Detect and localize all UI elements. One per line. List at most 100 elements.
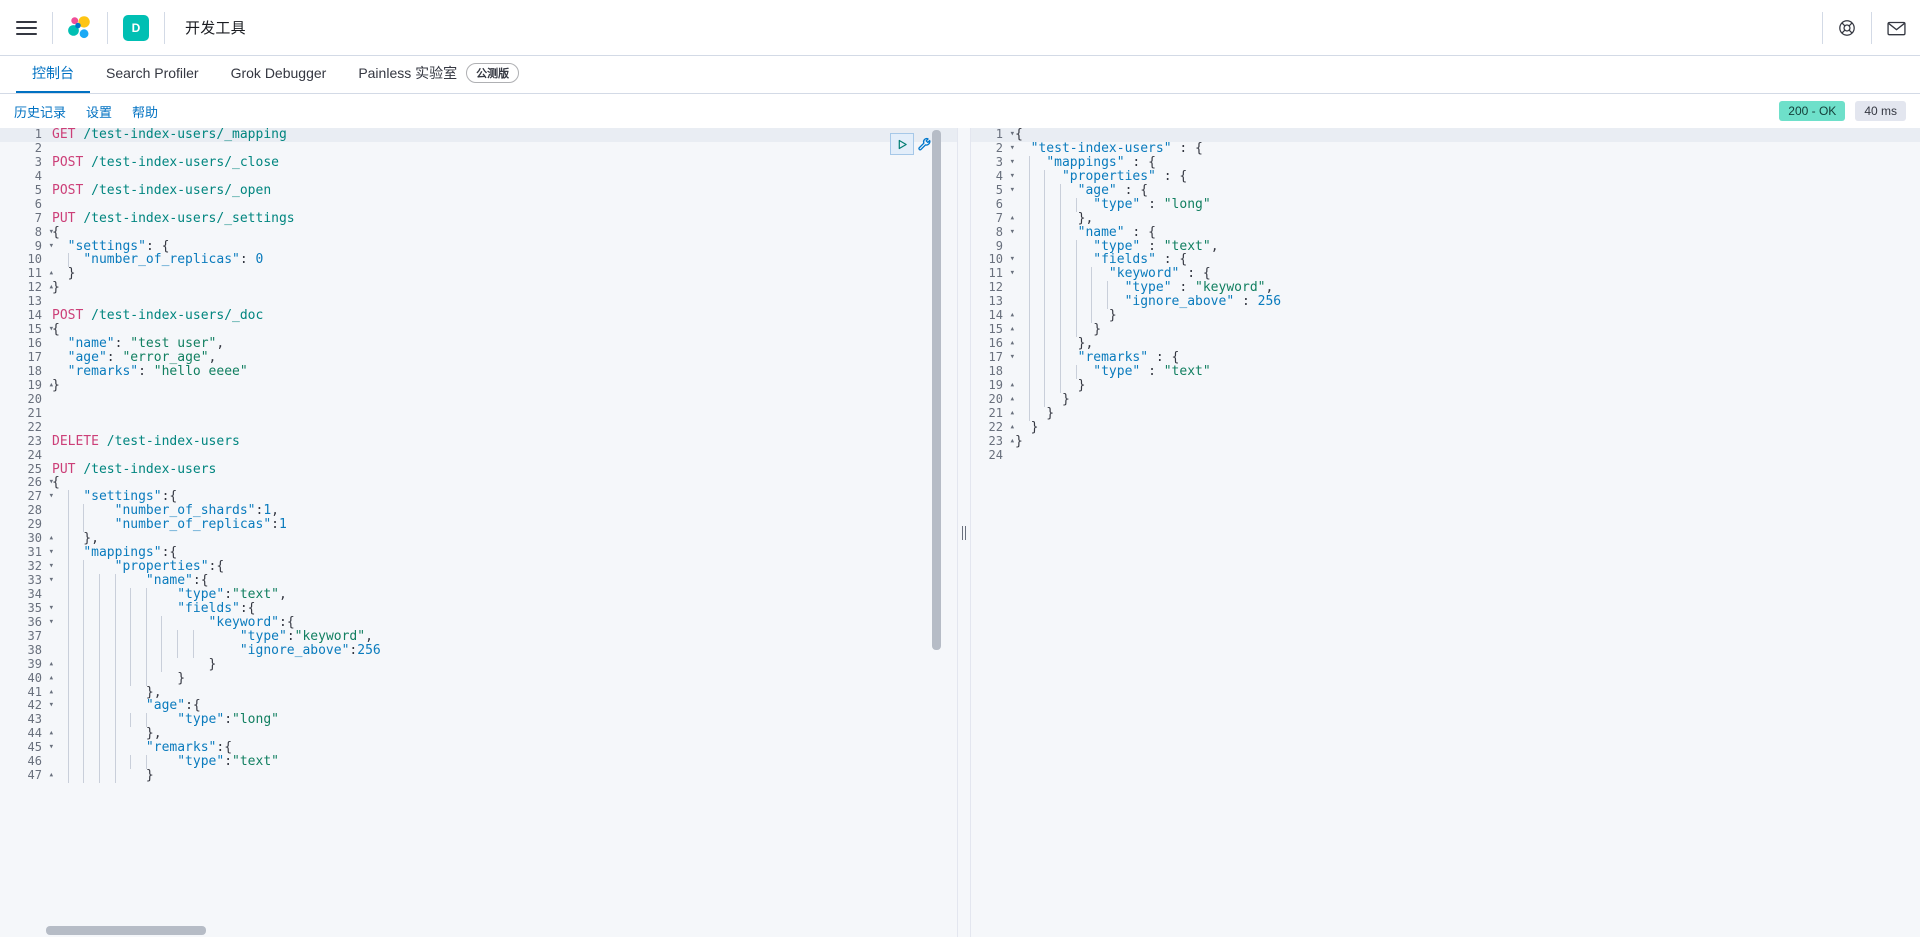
code-line[interactable]: 16 "name": "test user", xyxy=(0,336,957,351)
code-line[interactable]: 2 xyxy=(0,141,957,156)
code-line[interactable]: 18 "remarks": "hello eeee" xyxy=(0,364,957,379)
response-output-code[interactable]: 1 ▾{2 ▾ "test-index-users" : {3 ▾ "mappings… xyxy=(971,128,1920,463)
envelope-icon[interactable] xyxy=(1872,0,1920,56)
code-line[interactable]: 6 "type" : "long" xyxy=(971,197,1920,212)
code-line[interactable]: 3 POST /test-index-users/_close xyxy=(0,155,957,170)
editor-vertical-scrollbar[interactable] xyxy=(932,130,941,650)
wrench-icon[interactable] xyxy=(917,137,932,152)
code-line[interactable]: 23 ▴} xyxy=(971,434,1920,449)
line-number: 10 xyxy=(27,252,42,267)
code-line[interactable]: 8 ▾{ xyxy=(0,225,957,240)
line-number: 19 ▴ xyxy=(27,377,54,392)
history-link[interactable]: 历史记录 xyxy=(14,102,66,121)
code-line[interactable]: 31 ▾ "mappings":{ xyxy=(0,545,957,561)
code-line[interactable]: 33 ▾ "name":{ xyxy=(0,573,957,588)
code-content: "number_of_replicas":1 xyxy=(46,518,957,533)
line-number: 45 ▾ xyxy=(27,740,54,755)
code-content: "properties" : { xyxy=(1007,168,1920,184)
code-line[interactable]: 10 "number_of_replicas": 0 xyxy=(0,252,957,268)
code-line[interactable]: 14 ▴ } xyxy=(971,308,1920,324)
code-line[interactable]: 4 xyxy=(0,169,957,184)
tab-grok-debugger[interactable]: Grok Debugger xyxy=(215,55,343,93)
settings-link[interactable]: 设置 xyxy=(86,102,112,121)
avatar[interactable]: D xyxy=(108,0,164,56)
line-number: 16 xyxy=(27,336,42,351)
line-number: 22 xyxy=(27,419,42,434)
code-line[interactable]: 19 ▴ } xyxy=(971,378,1920,393)
request-editor-code[interactable]: 1 GET /test-index-users/_mapping 2 3 POST /t… xyxy=(0,128,957,784)
code-line[interactable]: 21 xyxy=(0,406,957,421)
code-text: }, xyxy=(1015,210,1094,226)
code-line[interactable]: 7 ▴ }, xyxy=(971,210,1920,226)
help-link[interactable]: 帮助 xyxy=(132,102,158,121)
code-line[interactable]: 20 ▴ } xyxy=(971,392,1920,407)
code-line[interactable]: 17 ▾ "remarks" : { xyxy=(971,350,1920,365)
code-content: }, xyxy=(46,532,957,547)
code-line[interactable]: 4 ▾ "properties" : { xyxy=(971,168,1920,184)
code-line[interactable]: 47 ▴ } xyxy=(0,768,957,784)
hamburger-menu-icon[interactable] xyxy=(0,0,52,56)
code-line[interactable]: 15 ▾{ xyxy=(0,322,957,337)
code-text: "type":"text" xyxy=(177,754,279,770)
code-line[interactable]: 24 xyxy=(971,447,1920,463)
code-content: }, xyxy=(1007,210,1920,226)
code-text: "properties" : { xyxy=(1061,168,1188,184)
tab-console[interactable]: 控制台 xyxy=(16,55,90,93)
code-line[interactable]: 35 ▾ "fields":{ xyxy=(0,601,957,616)
code-line[interactable]: 34 "type":"text", xyxy=(0,587,957,602)
code-text: } xyxy=(52,280,60,296)
code-line[interactable]: 21 ▴ } xyxy=(971,406,1920,421)
editor-horizontal-scrollbar[interactable] xyxy=(46,926,206,935)
code-line[interactable]: 22 ▴ } xyxy=(971,420,1920,435)
code-line[interactable]: 36 ▾ "keyword":{ xyxy=(0,615,957,630)
code-line[interactable]: 29 "number_of_replicas":1 xyxy=(0,517,957,533)
code-content: } xyxy=(46,378,957,393)
code-line[interactable]: 37 "type":"keyword", xyxy=(0,629,957,644)
code-line[interactable]: 3 ▾ "mappings" : { xyxy=(971,154,1920,170)
code-line[interactable]: 5 POST /test-index-users/_open xyxy=(0,183,957,198)
code-line[interactable]: 40 ▴ } xyxy=(0,671,957,686)
code-text: "mappings" : { xyxy=(1046,154,1156,170)
code-content: } xyxy=(46,769,957,784)
code-line[interactable]: 8 ▾ "name" : { xyxy=(971,225,1920,240)
code-line[interactable]: 1 ▾{ xyxy=(971,128,1920,142)
code-content: "type":"text", xyxy=(46,587,957,602)
elastic-logo-icon[interactable] xyxy=(53,0,107,56)
code-line[interactable]: 22 xyxy=(0,419,957,435)
code-line[interactable]: 11 ▴ } xyxy=(0,266,957,281)
help-lifebuoy-icon[interactable] xyxy=(1823,0,1871,56)
code-line[interactable]: 15 ▴ } xyxy=(971,322,1920,338)
play-triangle-icon[interactable] xyxy=(890,133,914,155)
code-line[interactable]: 5 ▾ "age" : { xyxy=(971,183,1920,198)
code-line[interactable]: 20 xyxy=(0,392,957,407)
code-content: "mappings" : { xyxy=(1007,154,1920,170)
code-line[interactable]: 38 "ignore_above":256 xyxy=(0,643,957,658)
tab-painless-lab[interactable]: Painless 实验室 公测版 xyxy=(342,55,535,93)
code-line[interactable]: 39 ▴ } xyxy=(0,657,957,672)
code-text: "ignore_above" : 256 xyxy=(1124,294,1282,310)
code-line[interactable]: 19 ▴} xyxy=(0,377,957,393)
tab-search-profiler[interactable]: Search Profiler xyxy=(90,55,215,93)
code-text: PUT /test-index-users xyxy=(52,461,217,477)
code-line[interactable]: 32 ▾ "properties":{ xyxy=(0,559,957,574)
response-output-pane[interactable]: 1 ▾{2 ▾ "test-index-users" : {3 ▾ "mappings… xyxy=(971,128,1920,937)
code-line[interactable]: 12 ▴} xyxy=(0,280,957,296)
code-line[interactable]: 24 xyxy=(0,448,957,463)
code-text: DELETE /test-index-users xyxy=(52,433,240,449)
pane-resize-handle[interactable] xyxy=(957,128,971,937)
line-number: 24 xyxy=(988,447,1003,462)
code-text: PUT /test-index-users/_settings xyxy=(52,210,295,226)
code-line[interactable]: 17 "age": "error_age", xyxy=(0,350,957,365)
code-line[interactable]: 25 PUT /test-index-users xyxy=(0,461,957,477)
code-line[interactable]: 18 "type" : "text" xyxy=(971,364,1920,379)
code-line[interactable]: 2 ▾ "test-index-users" : { xyxy=(971,141,1920,156)
code-content: DELETE /test-index-users xyxy=(46,433,957,449)
tab-search-profiler-label: Search Profiler xyxy=(106,65,199,81)
code-line[interactable]: 23 DELETE /test-index-users xyxy=(0,433,957,449)
code-line[interactable]: 14 POST /test-index-users/_doc xyxy=(0,308,957,323)
code-line[interactable]: 6 xyxy=(0,197,957,212)
code-line[interactable]: 16 ▴ }, xyxy=(971,336,1920,351)
code-line[interactable]: 1 GET /test-index-users/_mapping xyxy=(0,128,957,142)
request-editor-pane[interactable]: 1 GET /test-index-users/_mapping 2 3 POST /t… xyxy=(0,128,957,937)
code-line[interactable]: 7 PUT /test-index-users/_settings xyxy=(0,210,957,226)
